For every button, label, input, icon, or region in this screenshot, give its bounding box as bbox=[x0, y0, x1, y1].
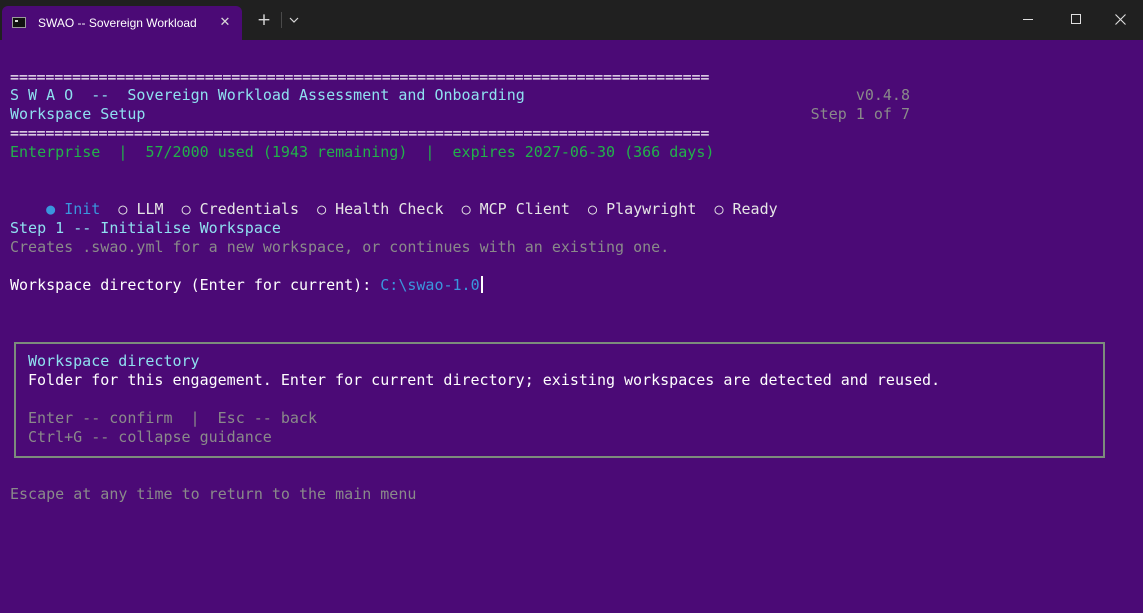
step-credentials: Credentials bbox=[199, 200, 299, 218]
step-llm: LLM bbox=[136, 200, 164, 218]
step-marker: ○ bbox=[588, 200, 598, 218]
step-playwright: Playwright bbox=[606, 200, 697, 218]
prompt-label: Workspace directory (Enter for current): bbox=[10, 276, 381, 294]
guidance-keys-confirm-back: Enter -- confirm | Esc -- back bbox=[28, 409, 317, 427]
step-marker: ○ bbox=[317, 200, 327, 218]
workspace-directory-prompt[interactable]: Workspace directory (Enter for current):… bbox=[10, 276, 483, 295]
step-ready: Ready bbox=[732, 200, 778, 218]
step-marker: ○ bbox=[118, 200, 128, 218]
guidance-body: Folder for this engagement. Enter for cu… bbox=[28, 371, 941, 389]
step-mcp-client: MCP Client bbox=[479, 200, 570, 218]
close-icon[interactable] bbox=[1097, 0, 1143, 40]
header-rule-bottom: ========================================… bbox=[10, 124, 710, 142]
terminal-tab[interactable]: SWAO -- Sovereign Workload ✕ bbox=[2, 6, 242, 40]
version-label: v0.4.8 bbox=[855, 86, 910, 104]
step-progress: ● Init ○ LLM ○ Credentials ○ Health Chec… bbox=[10, 181, 778, 218]
section-heading: Step 1 -- Initialise Workspace bbox=[10, 219, 281, 237]
page-subtitle: Workspace Setup bbox=[10, 105, 146, 123]
license-status: Enterprise | 57/2000 used (1943 remainin… bbox=[10, 143, 715, 161]
guidance-title: Workspace directory bbox=[28, 352, 200, 370]
header-rule-top: ========================================… bbox=[10, 68, 710, 86]
tab-title: SWAO -- Sovereign Workload bbox=[38, 16, 197, 30]
title-bar: SWAO -- Sovereign Workload ✕ + bbox=[0, 0, 1143, 40]
new-tab-icon[interactable]: + bbox=[254, 10, 274, 30]
guidance-keys-collapse: Ctrl+G -- collapse guidance bbox=[28, 428, 272, 446]
app-title: S W A O -- Sovereign Workload Assessment… bbox=[10, 86, 525, 104]
maximize-icon[interactable] bbox=[1052, 0, 1098, 40]
terminal-icon bbox=[12, 17, 26, 28]
step-counter: Step 1 of 7 bbox=[810, 105, 910, 123]
text-cursor bbox=[480, 276, 483, 293]
chevron-down-icon[interactable] bbox=[286, 12, 302, 28]
minimize-icon[interactable] bbox=[1005, 0, 1051, 40]
tab-close-icon[interactable]: ✕ bbox=[216, 14, 234, 32]
step-marker: ○ bbox=[714, 200, 724, 218]
step-marker: ○ bbox=[461, 200, 471, 218]
step-init: Init bbox=[64, 200, 101, 218]
step-marker: ○ bbox=[181, 200, 191, 218]
step-health-check: Health Check bbox=[335, 200, 444, 218]
tab-separator bbox=[281, 12, 282, 28]
workspace-directory-input[interactable]: C:\swao-1.0 bbox=[380, 276, 479, 294]
section-description: Creates .swao.yml for a new workspace, o… bbox=[10, 238, 670, 256]
guidance-panel: Workspace directory Folder for this enga… bbox=[14, 342, 1105, 458]
step-current-marker: ● bbox=[46, 200, 56, 218]
footer-hint: Escape at any time to return to the main… bbox=[10, 485, 417, 503]
